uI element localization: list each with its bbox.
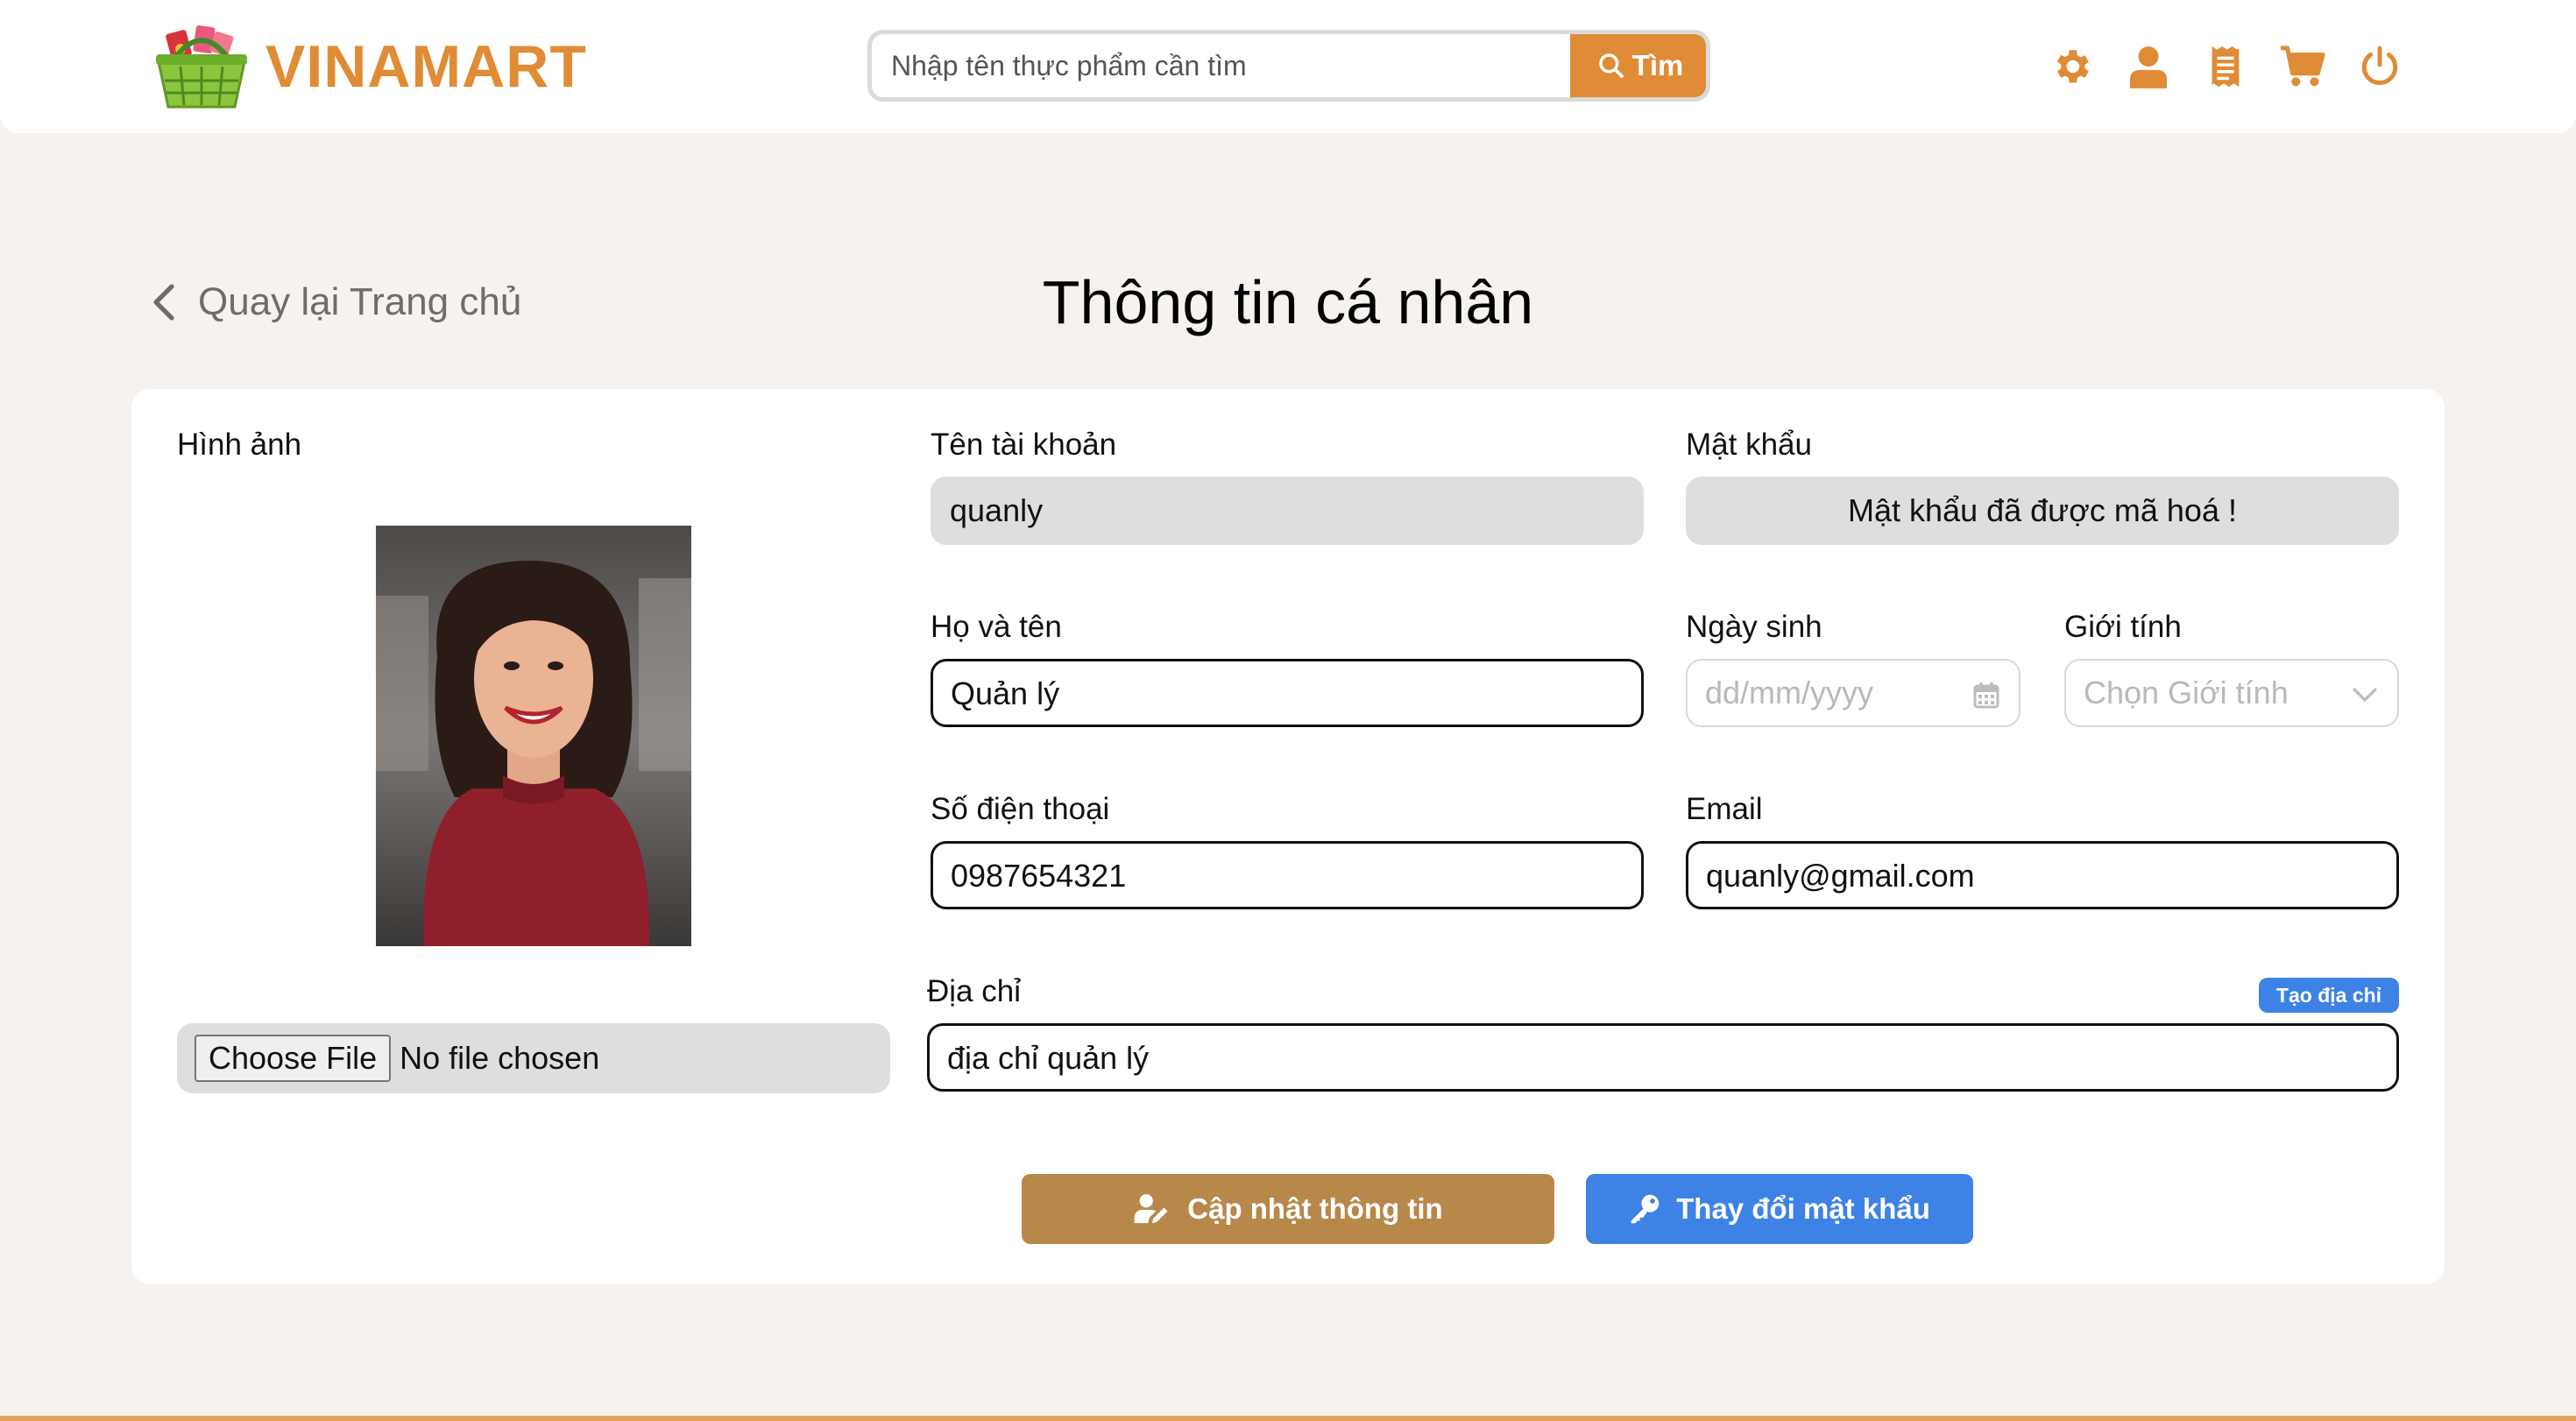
fullname-field[interactable] (931, 659, 1644, 727)
password-label: Mật khẩu (1686, 428, 1812, 462)
power-icon (2361, 46, 2398, 85)
file-upload: Choose File No file chosen (177, 1023, 890, 1093)
key-icon (1631, 1194, 1660, 1224)
portrait-image (376, 526, 691, 946)
header-actions (2047, 42, 2404, 91)
orders-button[interactable] (2201, 42, 2250, 91)
profile-button[interactable] (2124, 42, 2173, 91)
search-button-label: Tìm (1631, 49, 1684, 81)
address-input[interactable] (947, 1027, 2396, 1089)
fullname-label: Họ và tên (931, 610, 1062, 644)
receipt-icon (2212, 46, 2240, 88)
username-label: Tên tài khoản (931, 428, 1117, 462)
birthday-label: Ngày sinh (1686, 610, 1822, 644)
address-field[interactable] (927, 1023, 2399, 1092)
change-password-label: Thay đổi mật khẩu (1676, 1192, 1930, 1225)
phone-input[interactable] (951, 845, 1641, 907)
update-info-button[interactable]: Cập nhật thông tin (1022, 1174, 1554, 1244)
avatar-photo (376, 526, 691, 946)
chevron-down-icon (2352, 687, 2378, 703)
birthday-field[interactable]: dd/mm/yyyy (1686, 659, 2020, 727)
gender-select[interactable]: Chọn Giới tính (2064, 659, 2399, 727)
back-to-home-link[interactable]: Quay lại Trang chủ (152, 272, 521, 333)
gender-placeholder: Chọn Giới tính (2084, 675, 2289, 710)
calendar-icon[interactable] (1973, 681, 1999, 709)
image-label: Hình ảnh (177, 428, 302, 462)
password-field: Mật khẩu đã được mã hoá ! (1686, 477, 2399, 545)
cart-button[interactable] (2278, 42, 2327, 91)
user-icon (2129, 46, 2168, 88)
settings-button[interactable] (2047, 42, 2096, 91)
create-address-button[interactable]: Tạo địa chỉ (2259, 978, 2399, 1013)
search-button[interactable]: Tìm (1570, 34, 1706, 97)
birthday-placeholder: dd/mm/yyyy (1705, 675, 1874, 710)
phone-label: Số điện thoại (931, 792, 1110, 826)
gear-icon (2056, 50, 2089, 83)
top-header: VINAMART Tìm (0, 0, 2576, 133)
change-password-button[interactable]: Thay đổi mật khẩu (1586, 1174, 1973, 1244)
choose-file-button[interactable]: Choose File (195, 1035, 392, 1082)
no-file-text: No file chosen (400, 1040, 600, 1076)
logout-button[interactable] (2355, 42, 2404, 91)
back-link-label: Quay lại Trang chủ (198, 280, 522, 323)
footer-divider (0, 1416, 2576, 1421)
search-bar: Tìm (867, 30, 1710, 102)
basket-logo-icon[interactable] (154, 23, 249, 110)
search-icon (1598, 53, 1624, 78)
brand-name[interactable]: VINAMART (265, 26, 587, 107)
gender-label: Giới tính (2064, 610, 2182, 644)
email-input[interactable] (1706, 845, 2396, 907)
chevron-left-icon (153, 284, 174, 321)
fullname-input[interactable] (951, 662, 1641, 725)
search-input[interactable] (872, 34, 1573, 97)
profile-card: Hình ảnh Choose File No file chosen Tên … (131, 389, 2445, 1284)
phone-field[interactable] (931, 841, 1644, 909)
address-label: Địa chỉ (927, 974, 1021, 1008)
cart-icon (2281, 46, 2325, 87)
email-label: Email (1686, 792, 1763, 826)
update-info-label: Cập nhật thông tin (1187, 1192, 1443, 1225)
email-field[interactable] (1686, 841, 2399, 909)
page-title: Thông tin cá nhân (1042, 268, 1534, 336)
user-edit-icon (1134, 1194, 1168, 1224)
username-field: quanly (931, 477, 1644, 545)
